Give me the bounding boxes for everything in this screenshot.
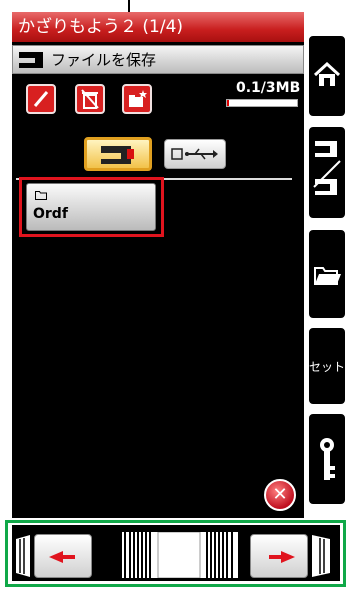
folder-name: Ordf <box>33 206 68 222</box>
usb-icon <box>171 148 218 160</box>
close-icon: ✕ <box>272 484 288 505</box>
arrow-left-icon <box>49 551 75 563</box>
lock-button[interactable] <box>307 412 347 506</box>
sewing-machine-icon <box>101 146 134 164</box>
new-folder-button[interactable] <box>122 84 152 114</box>
tab-machine-memory[interactable] <box>84 137 152 171</box>
close-button[interactable]: ✕ <box>264 479 296 511</box>
subtitle-bar: ファイルを保存 <box>12 45 304 74</box>
slider-track <box>124 531 233 579</box>
folder-icon <box>35 191 47 200</box>
scroll-right-button[interactable] <box>250 534 308 578</box>
open-folder-button[interactable] <box>307 228 347 320</box>
trash-icon <box>81 89 99 109</box>
storage-readout: 0.1/3MB <box>236 80 301 96</box>
arrow-right-icon <box>269 551 295 563</box>
sewing-machine-icon <box>313 141 341 195</box>
new-folder-icon <box>129 90 147 107</box>
open-folder-icon <box>314 267 341 285</box>
set-label: セット <box>309 360 346 374</box>
machine-view-button[interactable] <box>307 125 347 220</box>
pencil-icon <box>33 91 49 107</box>
subtitle-label: ファイルを保存 <box>51 51 157 69</box>
right-edge-graphic <box>312 535 330 577</box>
pattern-slider[interactable] <box>122 531 238 579</box>
folder-item[interactable]: Ordf <box>26 183 156 231</box>
rename-button[interactable] <box>26 84 56 114</box>
storage-bar-fill <box>227 100 229 106</box>
home-button[interactable] <box>307 34 347 118</box>
delete-button[interactable] <box>75 84 105 114</box>
key-icon <box>320 438 335 480</box>
left-edge-graphic <box>16 535 30 577</box>
window-title: かざりもよう２ (1/4) <box>12 12 304 42</box>
home-icon <box>313 62 341 86</box>
sewing-machine-icon <box>19 52 43 68</box>
scroll-left-button[interactable] <box>34 534 92 578</box>
storage-bar <box>226 99 298 107</box>
set-button[interactable]: セット <box>307 326 347 406</box>
tab-usb[interactable] <box>164 139 226 169</box>
